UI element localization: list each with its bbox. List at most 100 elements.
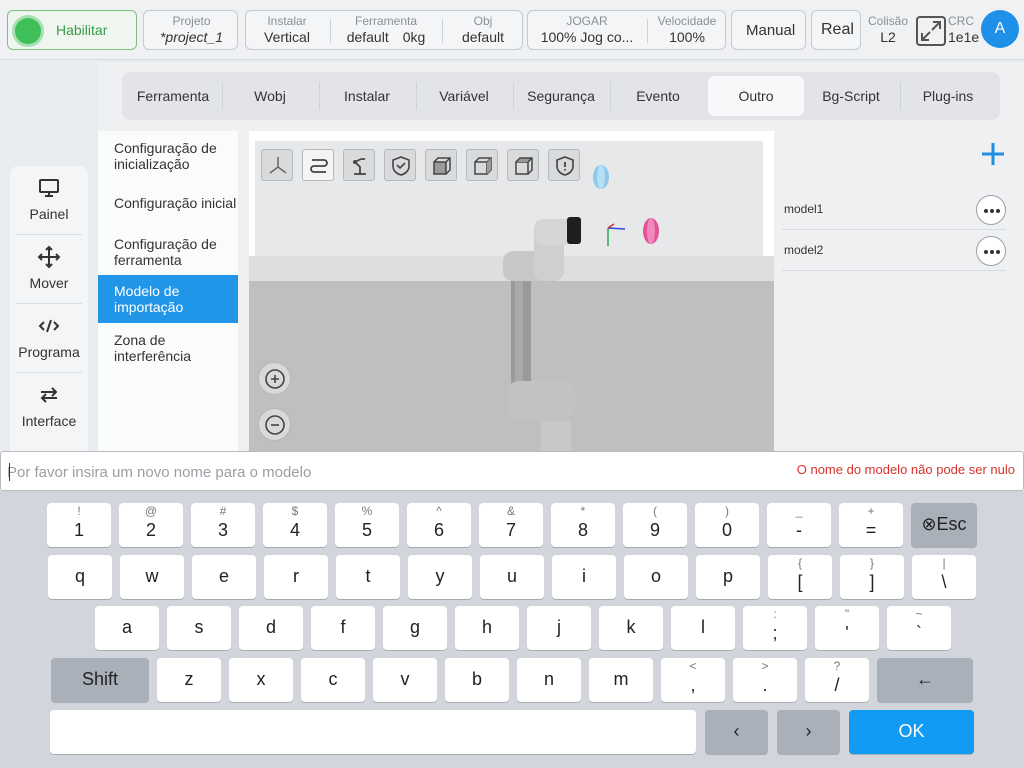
tab-ferramenta[interactable]: Ferramenta <box>125 76 221 116</box>
key[interactable]: * 8 <box>551 503 615 547</box>
user-avatar[interactable]: A <box>981 10 1019 48</box>
key[interactable]: k <box>599 606 663 650</box>
submenu-item-interference-zone[interactable]: Zona de interferência <box>98 332 238 364</box>
key[interactable]: & 7 <box>479 503 543 547</box>
key[interactable]: q <box>48 555 112 599</box>
key-label: , <box>690 675 696 695</box>
key[interactable]: e <box>192 555 256 599</box>
key[interactable]: f <box>311 606 375 650</box>
key[interactable]: }] <box>840 555 904 599</box>
key[interactable]: ! 1 <box>47 503 111 547</box>
key[interactable]: + = <box>839 503 903 547</box>
tab-variavel[interactable]: Variável <box>416 76 512 116</box>
key[interactable]: p <box>696 555 760 599</box>
key[interactable]: $4 <box>263 503 327 547</box>
key-label: 5 <box>361 520 372 540</box>
key[interactable]: r <box>264 555 328 599</box>
real-mode-button[interactable]: Real <box>811 10 861 50</box>
key[interactable]: t <box>336 555 400 599</box>
key[interactable]: x <box>229 658 293 702</box>
key[interactable]: ~ ` <box>887 606 951 650</box>
tab-instalar[interactable]: Instalar <box>319 76 415 116</box>
key[interactable]: v <box>373 658 437 702</box>
model-more-button[interactable] <box>976 195 1006 225</box>
key[interactable]: m <box>589 658 653 702</box>
key[interactable]: :; <box>743 606 807 650</box>
key[interactable]: _ - <box>767 503 831 547</box>
key[interactable]: #3 <box>191 503 255 547</box>
esc-key[interactable]: ⊗Esc <box>911 503 977 547</box>
model-name-input[interactable] <box>7 460 707 484</box>
tab-bg-script[interactable]: Bg-Script <box>803 76 899 116</box>
tab-outro[interactable]: Outro <box>708 76 804 116</box>
key[interactable]: w <box>120 555 184 599</box>
nav-item-painel[interactable]: Painel <box>10 166 88 234</box>
collision-level[interactable]: Colisão L2 <box>866 14 910 46</box>
key[interactable]: z <box>157 658 221 702</box>
key[interactable]: ^ 6 <box>407 503 471 547</box>
install-tool-panel[interactable]: Instalar Vertical Ferramenta default 0kg … <box>245 10 523 50</box>
submenu-item-import-model[interactable]: Modelo de importação <box>98 275 238 323</box>
cursor-right-key[interactable]: › <box>777 710 840 754</box>
submenu-item-init-config[interactable]: Configuração de inicialização <box>98 140 238 172</box>
key[interactable]: | \ <box>912 555 976 599</box>
status-bar: Habilitar Projeto *project_1 Instalar Ve… <box>0 0 1024 60</box>
tab-evento[interactable]: Evento <box>610 76 706 116</box>
key[interactable]: i <box>552 555 616 599</box>
key[interactable]: g <box>383 606 447 650</box>
tab-wobj[interactable]: Wobj <box>222 76 318 116</box>
expand-icon[interactable] <box>916 16 946 46</box>
ok-key[interactable]: OK <box>849 710 974 754</box>
tab-plug-ins[interactable]: Plug-ins <box>900 76 996 116</box>
key[interactable]: <, <box>661 658 725 702</box>
key[interactable]: " ' <box>815 606 879 650</box>
key[interactable]: % 5 <box>335 503 399 547</box>
key[interactable]: {[ <box>768 555 832 599</box>
shift-key[interactable]: Shift <box>51 658 149 702</box>
key[interactable]: (9 <box>623 503 687 547</box>
key[interactable]: d <box>239 606 303 650</box>
nav-item-programa[interactable]: Programa <box>10 304 88 372</box>
key[interactable]: s <box>167 606 231 650</box>
key-label: m <box>613 669 629 689</box>
3d-viewport[interactable] <box>249 131 774 451</box>
key[interactable]: l <box>671 606 735 650</box>
key[interactable]: b <box>445 658 509 702</box>
key[interactable]: n <box>517 658 581 702</box>
key-label: k <box>626 617 636 637</box>
key[interactable]: h <box>455 606 519 650</box>
nav-item-interface[interactable]: Interface <box>10 373 88 441</box>
key[interactable]: a <box>95 606 159 650</box>
submenu-item-tool-config[interactable]: Configuração de ferramenta <box>98 236 238 268</box>
key[interactable]: >. <box>733 658 797 702</box>
cursor-left-key[interactable]: ‹ <box>705 710 768 754</box>
key[interactable]: o <box>624 555 688 599</box>
add-model-icon[interactable] <box>978 139 1008 169</box>
manual-mode-button[interactable]: Manual <box>731 10 806 50</box>
key[interactable]: @2 <box>119 503 183 547</box>
key-label: z <box>184 669 194 689</box>
zoom-out-button[interactable] <box>258 408 291 441</box>
model-row[interactable]: model1 <box>782 190 1006 230</box>
shift-key-label: Shift <box>81 669 119 689</box>
key[interactable]: u <box>480 555 544 599</box>
settings-tabs: Ferramenta Wobj Instalar Variável Segura… <box>122 72 1000 120</box>
jog-speed-panel[interactable]: JOGAR 100% Jog co... Velocidade 100% <box>527 10 726 50</box>
model-more-button[interactable] <box>976 236 1006 266</box>
backspace-key[interactable]: ← <box>877 658 973 702</box>
nav-item-mover[interactable]: Mover <box>10 235 88 303</box>
nav-label-painel: Painel <box>29 206 69 222</box>
key[interactable]: ? / <box>805 658 869 702</box>
enable-label: Habilitar <box>56 22 108 38</box>
key[interactable]: y <box>408 555 472 599</box>
key[interactable]: j <box>527 606 591 650</box>
tab-seguranca[interactable]: Segurança <box>513 76 609 116</box>
zoom-in-button[interactable] <box>258 362 291 395</box>
enable-button[interactable]: Habilitar <box>7 10 137 50</box>
project-selector[interactable]: Projeto *project_1 <box>143 10 238 50</box>
key[interactable]: ) 0 <box>695 503 759 547</box>
model-row[interactable]: model2 <box>782 231 1006 271</box>
submenu-item-initial-config[interactable]: Configuração inicial <box>98 195 238 211</box>
space-key[interactable] <box>50 710 696 754</box>
key[interactable]: c <box>301 658 365 702</box>
